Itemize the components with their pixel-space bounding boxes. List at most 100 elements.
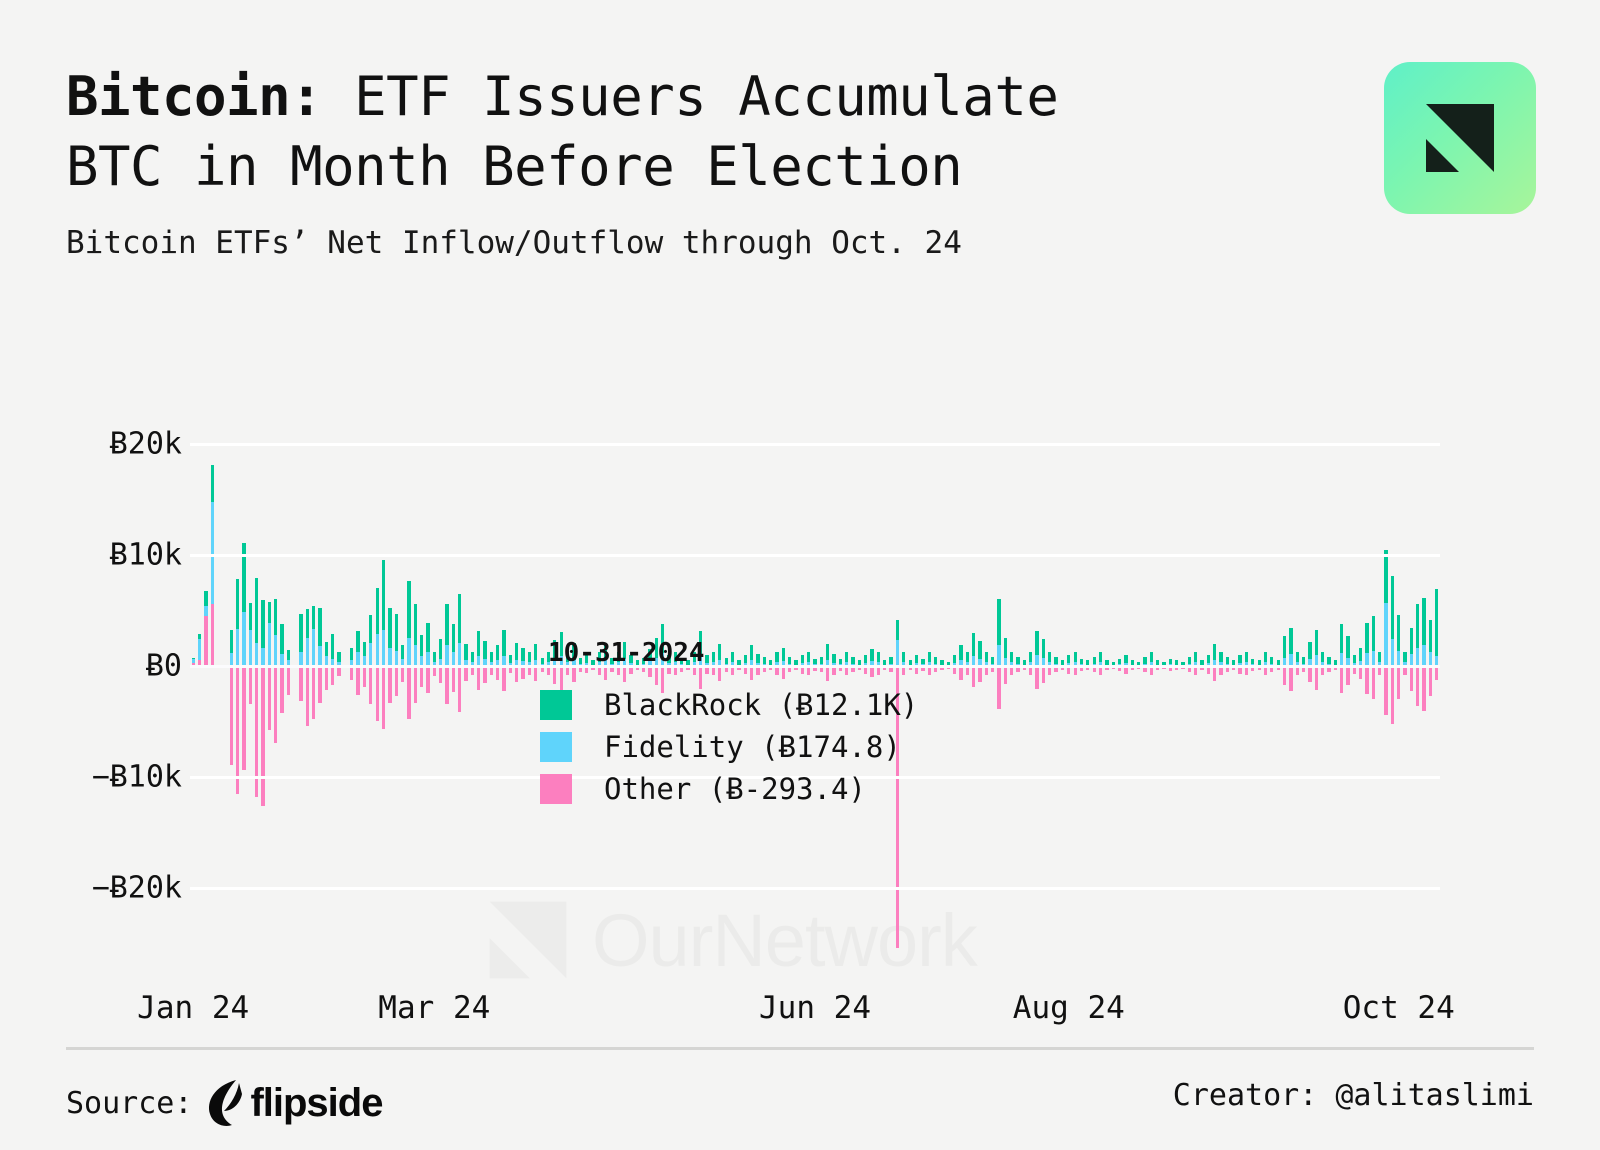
bar-other [978, 666, 982, 682]
bar-fidelity [318, 646, 322, 667]
bar-blackrock [1327, 656, 1331, 664]
bar-blackrock [895, 619, 900, 640]
bar-blackrock [1175, 660, 1179, 665]
bar-blackrock [1422, 597, 1426, 646]
bar-blackrock [1276, 660, 1280, 665]
legend: 10-31-2024 BlackRock (Ƀ12.1K) Fidelity (… [540, 638, 918, 810]
bar-other [438, 666, 443, 684]
bar-other [1371, 666, 1376, 699]
bar-other [229, 666, 233, 766]
bar-blackrock [1340, 624, 1344, 654]
bar-blackrock [1060, 660, 1065, 665]
header: Bitcoin: ETF Issuers Accumulate BTC in M… [66, 62, 1366, 262]
bar-fidelity [248, 629, 252, 667]
bar-blackrock [1282, 636, 1287, 658]
bar-blackrock [1225, 656, 1230, 664]
bar-blackrock [1124, 655, 1128, 664]
chart: OurNetwork Ƀ20k Ƀ10k Ƀ0 −Ƀ10k −Ƀ20k Jan 24 Ma… [0, 300, 1600, 1040]
bar-blackrock [1022, 660, 1027, 665]
y-axis-tick-label: −Ƀ20k [91, 870, 182, 906]
bar-blackrock [940, 660, 944, 665]
bar-blackrock [1117, 658, 1122, 665]
bar-blackrock [921, 658, 925, 665]
bar-fidelity [1390, 638, 1395, 667]
bar-other [407, 666, 411, 719]
bar-blackrock [527, 651, 532, 662]
bar-blackrock [1041, 639, 1046, 659]
bar-blackrock [1346, 636, 1350, 658]
bar-other [458, 666, 462, 712]
bar-other [413, 666, 417, 704]
bar-other [1397, 666, 1401, 699]
bar-fidelity [451, 651, 455, 667]
bar-other [1213, 666, 1217, 681]
bar-blackrock [451, 624, 455, 652]
bar-other [1003, 666, 1007, 685]
bar-blackrock [1079, 658, 1084, 665]
bar-blackrock [458, 594, 462, 644]
bar-blackrock [1244, 651, 1249, 662]
page-subtitle: Bitcoin ETFs’ Net Inflow/Outflow through… [66, 225, 962, 261]
gridline [190, 887, 1440, 891]
bar-blackrock [1200, 660, 1204, 665]
bar-other [419, 666, 424, 688]
bar-blackrock [1308, 641, 1312, 659]
bar-blackrock [971, 633, 976, 657]
bar-blackrock [305, 608, 310, 638]
bar-blackrock [280, 624, 284, 655]
bar-blackrock [1010, 651, 1014, 662]
bar-blackrock [1029, 651, 1033, 662]
bar-blackrock [413, 604, 417, 646]
bar-other [445, 666, 449, 705]
bar-blackrock [1270, 656, 1274, 664]
bar-blackrock [984, 651, 988, 662]
bar-fidelity [204, 606, 208, 617]
bar-fidelity [388, 647, 392, 667]
legend-date: 10-31-2024 [548, 638, 705, 668]
legend-label-other: Other (Ƀ-293.4) [604, 772, 866, 806]
bar-blackrock [477, 630, 481, 657]
bar-other [1428, 666, 1433, 697]
gridline [190, 443, 1440, 447]
legend-item-fidelity: Fidelity (Ƀ174.8) [540, 726, 918, 768]
ournetwork-logo-mark [1426, 104, 1494, 172]
bar-blackrock [1263, 651, 1268, 662]
bar-other [286, 666, 290, 696]
ournetwork-logo [1384, 62, 1536, 214]
bar-blackrock [1416, 604, 1420, 648]
legend-swatch-other [540, 774, 572, 804]
bar-other [331, 666, 335, 686]
bar-blackrock [1251, 658, 1255, 665]
bar-other [477, 666, 481, 690]
bar-blackrock [1378, 651, 1382, 662]
bar-blackrock [1232, 660, 1236, 665]
bar-fidelity [1365, 653, 1369, 667]
bar-other [312, 666, 316, 719]
bar-other [274, 666, 278, 743]
bar-other [381, 666, 386, 729]
bar-other [1035, 666, 1039, 689]
bar-blackrock [1054, 656, 1058, 664]
bar-blackrock [1390, 576, 1395, 639]
y-axis-tick-label: Ƀ20k [109, 426, 182, 462]
legend-label-fidelity: Fidelity (Ƀ174.8) [604, 730, 901, 764]
bar-other [369, 666, 373, 705]
bar-blackrock [1092, 656, 1096, 664]
bar-blackrock [521, 647, 525, 661]
bar-blackrock [1035, 630, 1039, 656]
bar-fidelity [1422, 645, 1426, 667]
bar-other [1390, 666, 1395, 725]
flipside-wordmark: flipside [250, 1080, 383, 1125]
bar-blackrock [1403, 651, 1407, 662]
x-axis-tick-label: Aug 24 [1012, 990, 1125, 1026]
bar-blackrock [229, 629, 233, 654]
bar-fidelity [1384, 603, 1388, 667]
bar-other [502, 666, 506, 691]
y-axis-tick-label: Ƀ0 [145, 648, 182, 684]
bar-blackrock [1067, 655, 1071, 664]
bar-other [210, 604, 214, 667]
bar-blackrock [254, 577, 259, 644]
bar-other [1416, 666, 1420, 707]
bar-blackrock [470, 651, 474, 662]
bar-blackrock [274, 598, 278, 636]
